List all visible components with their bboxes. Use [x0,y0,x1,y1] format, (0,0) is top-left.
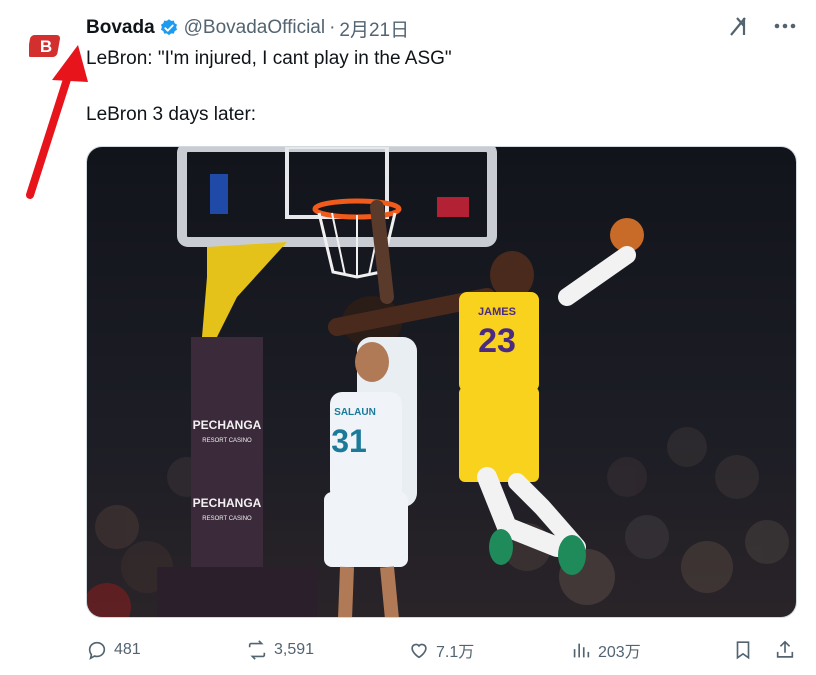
opponent-jersey-name: SALAUN [334,407,376,418]
sponsor-sub-2: RESORT CASINO [202,516,252,522]
tweet-actions: 481 3,591 7.1万 203万 [86,636,797,664]
tweet-timestamp[interactable]: 2月21日 [339,15,409,42]
share-icon [776,640,794,658]
sponsor-text-2: PECHANGA [193,496,262,510]
repost-count: 3,591 [274,641,315,658]
views-icon [573,643,590,658]
grok-icon[interactable] [728,15,752,37]
reply-button[interactable]: 481 [86,639,141,661]
tweet-text-line1: LeBron: "I'm injured, I cant play in the… [86,48,452,69]
tweet-text-line2: LeBron 3 days later: [86,104,257,125]
bovada-logo-icon: B [29,35,61,57]
tweet-header: Bovada @BovadaOfficial · 2月21日 [86,15,796,41]
views-count: 203万 [598,644,641,661]
repost-icon [248,640,266,660]
bookmark-button[interactable] [732,639,754,661]
repost-button[interactable]: 3,591 [246,639,314,661]
views-button[interactable]: 203万 [570,638,641,662]
jersey-number: 23 [478,322,516,360]
more-icon[interactable] [774,23,796,29]
opponent-jersey-number: 31 [331,423,367,459]
reply-count: 481 [114,641,141,658]
basketball-photo: PECHANGA RESORT CASINO PECHANGA RESORT C… [87,147,796,617]
bookmark-icon [736,641,750,660]
sponsor-text-1: PECHANGA [193,418,262,432]
like-button[interactable]: 7.1万 [408,638,474,662]
reply-icon [88,641,106,660]
separator-dot: · [329,17,336,38]
author-name[interactable]: Bovada [86,17,155,39]
avatar[interactable]: B [22,22,70,70]
svg-text:B: B [40,37,52,56]
author-handle[interactable]: @BovadaOfficial [184,17,325,39]
sponsor-sub-1: RESORT CASINO [202,438,252,444]
heart-icon [411,643,427,659]
jersey-name: JAMES [478,306,516,318]
tweet-photo[interactable]: PECHANGA RESORT CASINO PECHANGA RESORT C… [86,146,797,618]
share-button[interactable] [774,639,796,661]
like-count: 7.1万 [436,644,475,661]
verified-badge-icon [160,19,177,36]
